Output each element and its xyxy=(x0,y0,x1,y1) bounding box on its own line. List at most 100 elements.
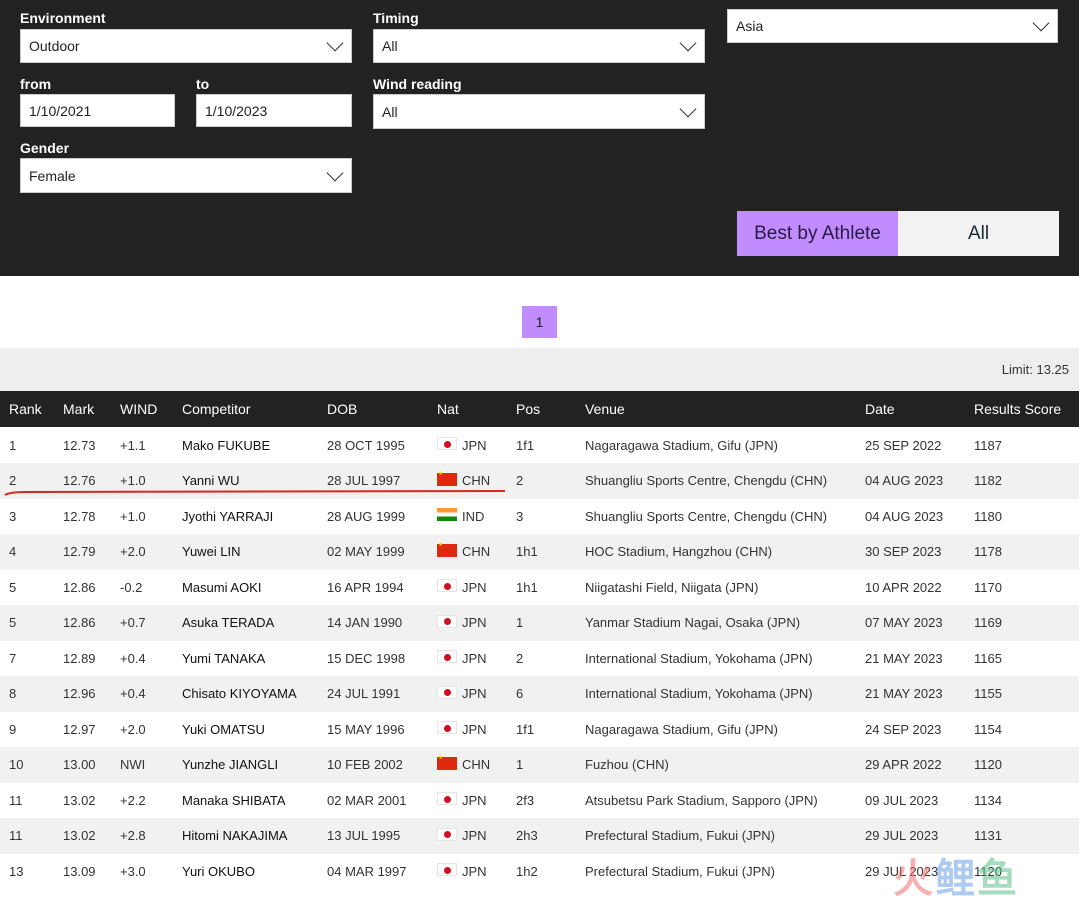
cell-wind: +1.0 xyxy=(120,508,146,524)
column-header-mark[interactable]: Mark xyxy=(63,391,94,427)
all-toggle[interactable]: All xyxy=(898,211,1059,256)
cell-date: 09 JUL 2023 xyxy=(865,792,939,808)
cell-venue: Prefectural Stadium, Fukui (JPN) xyxy=(585,828,776,843)
cell-competitor[interactable]: Hitomi NAKAJIMA xyxy=(182,818,287,854)
column-header-venue[interactable]: Venue xyxy=(585,391,625,427)
cell-dob: 16 APR 1994 xyxy=(327,579,404,595)
cell-wind: NWI xyxy=(120,757,146,772)
cell-wind: +1.1 xyxy=(120,437,146,453)
cell-score: 1187 xyxy=(974,437,1002,453)
cell-pos: 6 xyxy=(516,686,524,701)
wind-value: All xyxy=(382,103,398,120)
cell-venue: Yanmar Stadium Nagai, Osaka (JPN) xyxy=(585,615,801,630)
region-select[interactable]: Asia xyxy=(727,9,1058,43)
column-header-wind[interactable]: WIND xyxy=(120,391,157,427)
to-label: to xyxy=(196,76,210,92)
cell-competitor[interactable]: Asuka TERADA xyxy=(182,605,274,641)
cell-venue: Nagaragawa Stadium, Gifu (JPN) xyxy=(585,437,778,453)
cell-nat: CHN xyxy=(462,544,491,559)
column-header-nat[interactable]: Nat xyxy=(437,391,459,427)
timing-select[interactable]: All xyxy=(373,29,705,63)
flag-jpn-icon xyxy=(437,579,457,592)
pagination-page-1[interactable]: 1 xyxy=(522,306,557,338)
cell-mark: 13.00 xyxy=(63,757,96,772)
table-row: 7 12.89 +0.4 Yumi TANAKA 15 DEC 1998 JPN 2 Inte… xyxy=(0,640,1079,676)
flag-jpn-icon xyxy=(437,721,457,734)
cell-nat: IND xyxy=(462,508,485,524)
cell-nat: JPN xyxy=(462,721,487,737)
cell-rank: 5 xyxy=(9,579,17,595)
cell-competitor[interactable]: Manaka SHIBATA xyxy=(182,782,286,818)
cell-score: 1182 xyxy=(974,473,1002,488)
table-row: 5 12.86 -0.2 Masumi AOKI 16 APR 1994 JPN 1h1 Ni… xyxy=(0,569,1079,605)
cell-competitor[interactable]: Jyothi YARRAJI xyxy=(182,498,273,534)
cell-competitor[interactable]: Yuri OKUBO xyxy=(182,853,255,889)
flag-jpn-icon xyxy=(437,827,457,841)
table-row: 3 12.78 +1.0 Jyothi YARRAJI 28 AUG 1999 IND 3 S… xyxy=(0,498,1079,534)
cell-mark: 13.02 xyxy=(63,792,96,808)
table-row: 10 13.00 NWI Yunzhe JIANGLI 10 FEB 2002 CHN 1 F… xyxy=(0,746,1079,783)
cell-rank: 4 xyxy=(9,544,17,559)
flag-jpn-icon xyxy=(437,614,457,628)
cell-date: 21 MAY 2023 xyxy=(865,686,943,701)
cell-wind: +2.2 xyxy=(120,792,146,808)
cell-nat: JPN xyxy=(462,615,487,630)
cell-mark: 13.09 xyxy=(63,863,96,879)
table-row: 1 12.73 +1.1 Mako FUKUBE 28 OCT 1995 JPN 1f1 Na… xyxy=(0,427,1079,463)
cell-competitor[interactable]: Chisato KIYOYAMA xyxy=(182,676,297,712)
cell-competitor[interactable]: Yunzhe JIANGLI xyxy=(182,747,278,783)
cell-nat: JPN xyxy=(462,437,487,453)
cell-date: 07 MAY 2023 xyxy=(865,615,943,630)
cell-rank: 9 xyxy=(9,721,17,737)
cell-date: 04 AUG 2023 xyxy=(865,508,944,524)
column-header-rank[interactable]: Rank xyxy=(9,391,42,427)
cell-wind: +2.0 xyxy=(120,544,146,559)
cell-competitor[interactable]: Yumi TANAKA xyxy=(182,640,265,676)
cell-dob: 15 MAY 1996 xyxy=(327,721,405,737)
wind-select[interactable]: All xyxy=(373,94,705,129)
cell-wind: +0.7 xyxy=(120,615,146,630)
cell-mark: 12.97 xyxy=(63,721,96,737)
cell-rank: 8 xyxy=(9,686,17,701)
cell-pos: 1 xyxy=(516,757,524,772)
cell-wind: +2.0 xyxy=(120,721,146,737)
flag-jpn-icon xyxy=(437,863,457,876)
table-row: 9 12.97 +2.0 Yuki OMATSU 15 MAY 1996 JPN 1f1 Na… xyxy=(0,711,1079,747)
red-underline-annotation xyxy=(4,490,506,496)
cell-score: 1154 xyxy=(974,721,1002,737)
cell-pos: 3 xyxy=(516,508,524,524)
cell-mark: 13.02 xyxy=(63,828,96,843)
column-header-score[interactable]: Results Score xyxy=(974,391,1061,427)
environment-select[interactable]: Outdoor xyxy=(20,29,352,63)
to-date-input[interactable]: 1/10/2023 xyxy=(196,94,352,127)
cell-score: 1180 xyxy=(974,508,1002,524)
gender-label: Gender xyxy=(20,140,70,156)
limit-text: Limit: 13.25 xyxy=(1001,362,1069,377)
cell-venue: HOC Stadium, Hangzhou (CHN) xyxy=(585,544,773,559)
cell-date: 24 SEP 2023 xyxy=(865,721,942,737)
gender-select[interactable]: Female xyxy=(20,158,352,193)
best-by-athlete-toggle[interactable]: Best by Athlete xyxy=(737,211,898,256)
column-header-pos[interactable]: Pos xyxy=(516,391,540,427)
flag-jpn-icon xyxy=(437,792,457,805)
table-row: 11 13.02 +2.2 Manaka SHIBATA 02 MAR 2001 JPN 2… xyxy=(0,782,1079,818)
cell-rank: 11 xyxy=(9,792,23,808)
cell-competitor[interactable]: Masumi AOKI xyxy=(182,569,261,605)
cell-wind: +0.4 xyxy=(120,686,146,701)
column-header-competitor[interactable]: Competitor xyxy=(182,391,250,427)
cell-competitor[interactable]: Mako FUKUBE xyxy=(182,427,270,463)
cell-venue: Shuangliu Sports Centre, Chengdu (CHN) xyxy=(585,473,828,488)
cell-pos: 2f3 xyxy=(516,792,535,808)
environment-label: Environment xyxy=(20,10,106,26)
limit-bar: Limit: 13.25 xyxy=(0,348,1079,391)
column-header-dob[interactable]: DOB xyxy=(327,391,357,427)
cell-competitor[interactable]: Yuwei LIN xyxy=(182,534,241,570)
from-date-input[interactable]: 1/10/2021 xyxy=(20,94,175,127)
flag-chn-icon xyxy=(437,470,457,486)
gender-value: Female xyxy=(29,167,76,184)
column-header-date[interactable]: Date xyxy=(865,391,895,427)
cell-competitor[interactable]: Yuki OMATSU xyxy=(182,711,265,747)
watermark-logo: 火鲤鱼 xyxy=(893,857,1019,901)
cell-dob: 28 AUG 1999 xyxy=(327,508,406,524)
cell-wind: +3.0 xyxy=(120,863,146,879)
